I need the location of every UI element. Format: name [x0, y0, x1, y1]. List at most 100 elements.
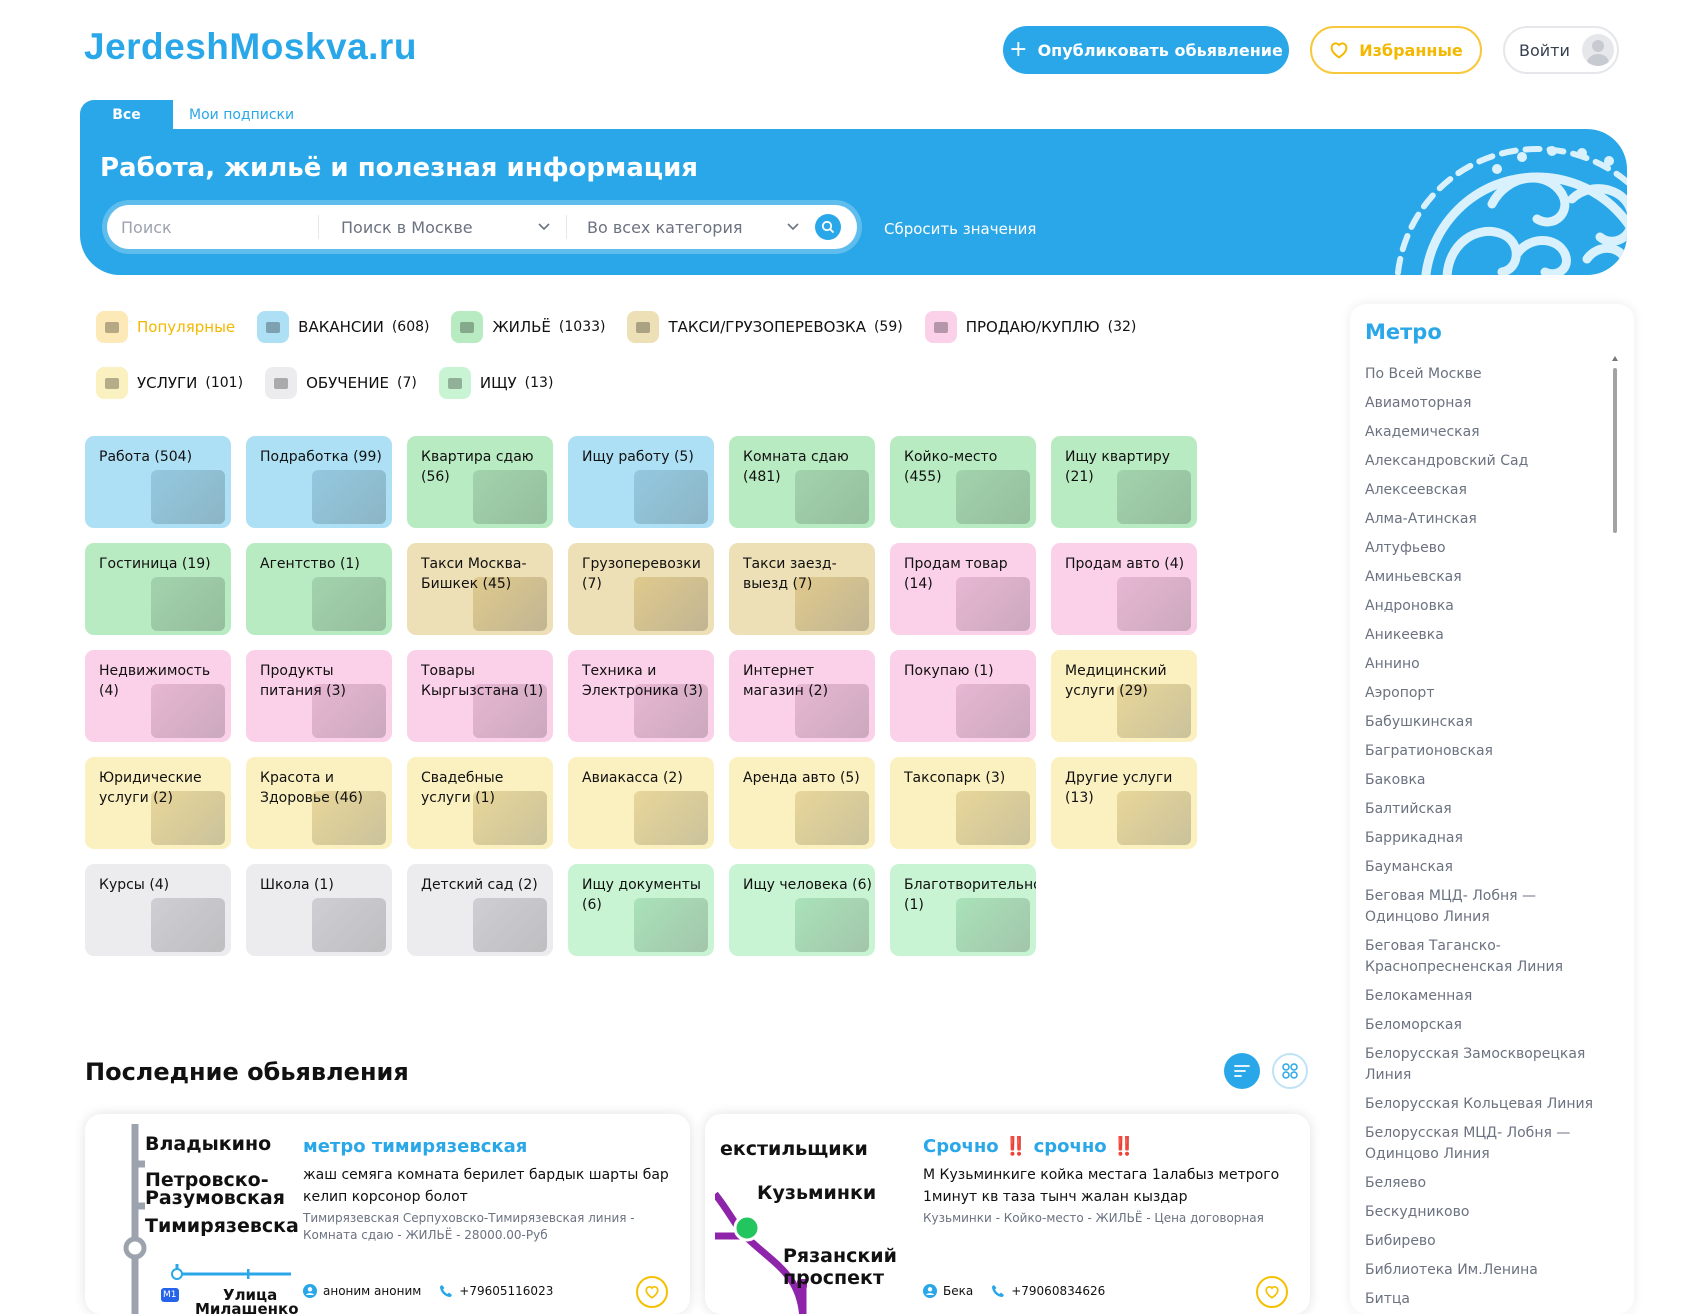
category-card[interactable]: Продам товар (14): [890, 543, 1036, 635]
metro-station-item[interactable]: Аминьевская: [1365, 567, 1610, 588]
metro-station-item[interactable]: Беломорская: [1365, 1015, 1610, 1036]
ad-phone[interactable]: +79060834626: [1011, 1284, 1105, 1298]
add-to-favorites-button[interactable]: [636, 1276, 668, 1308]
site-logo[interactable]: JerdeshMoskva.ru: [84, 26, 417, 68]
filter-pill[interactable]: ВАКАНСИИ (608): [257, 310, 429, 344]
filter-pill[interactable]: Популярные: [96, 310, 235, 344]
search-input[interactable]: Поиск: [107, 215, 319, 239]
metro-station-item[interactable]: Авиамоторная: [1365, 393, 1610, 414]
ad-card[interactable]: екстильщики Кузьминки Рязанский проспект…: [705, 1114, 1310, 1314]
list-view-button[interactable]: [1224, 1053, 1260, 1089]
filter-pill[interactable]: УСЛУГИ (101): [96, 366, 243, 400]
metro-station-item[interactable]: Белорусская МЦД- Лобня — Одинцово Линия: [1365, 1123, 1610, 1165]
category-card[interactable]: Грузоперевозки (7): [568, 543, 714, 635]
category-card[interactable]: Авиакасса (2): [568, 757, 714, 849]
ad-title[interactable]: Срочно ‼️ срочно ‼️: [923, 1136, 1135, 1157]
publish-ad-button[interactable]: + Опубликовать обьявление: [1003, 26, 1289, 74]
category-card[interactable]: Техника и Электроника (3): [568, 650, 714, 742]
category-card[interactable]: Аренда авто (5): [729, 757, 875, 849]
filter-pill[interactable]: ТАКСИ/ГРУЗОПЕРЕВОЗКА (59): [627, 310, 903, 344]
scrollbar-thumb[interactable]: [1613, 368, 1617, 533]
metro-station-item[interactable]: Алма-Атинская: [1365, 509, 1610, 530]
category-card[interactable]: Такси заезд-выезд (7): [729, 543, 875, 635]
metro-station-item[interactable]: Алтуфьево: [1365, 538, 1610, 559]
tab-subscriptions[interactable]: Мои подписки: [173, 100, 311, 130]
tab-all[interactable]: Все: [80, 100, 173, 130]
category-card[interactable]: Гостиница (19): [85, 543, 231, 635]
category-card[interactable]: Работа (504): [85, 436, 231, 528]
category-card[interactable]: Ищу работу (5): [568, 436, 714, 528]
metro-station-item[interactable]: Аникеевка: [1365, 625, 1610, 646]
filter-pill[interactable]: ЖИЛЬЁ (1033): [451, 310, 605, 344]
grid-view-button[interactable]: [1272, 1053, 1308, 1089]
category-card[interactable]: Такси Москва-Бишкек (45): [407, 543, 553, 635]
category-card[interactable]: Красота и Здоровье (46): [246, 757, 392, 849]
metro-station-item[interactable]: Александровский Сад: [1365, 451, 1610, 472]
category-card[interactable]: Медицинский услуги (29): [1051, 650, 1197, 742]
category-label: Такси Москва-Бишкек (45): [421, 556, 527, 592]
metro-station-item[interactable]: Беговая Таганско-Краснопресненская Линия: [1365, 936, 1610, 978]
category-card[interactable]: Курсы (4): [85, 864, 231, 956]
category-card[interactable]: Благотворительно (1): [890, 864, 1036, 956]
metro-station-item[interactable]: Бауманская: [1365, 857, 1610, 878]
category-card[interactable]: Койко-место (455): [890, 436, 1036, 528]
category-card[interactable]: Покупаю (1): [890, 650, 1036, 742]
metro-station-item[interactable]: Библиотека Им.Ленина: [1365, 1260, 1610, 1281]
metro-station-item[interactable]: Белорусская Замоскворецкая Линия: [1365, 1044, 1610, 1086]
metro-station-item[interactable]: Беговая МЦД- Лобня — Одинцово Линия: [1365, 886, 1610, 928]
metro-station-item[interactable]: Багратионовская: [1365, 741, 1610, 762]
category-card[interactable]: Комната сдаю (481): [729, 436, 875, 528]
add-to-favorites-button[interactable]: [1256, 1276, 1288, 1308]
category-card[interactable]: Школа (1): [246, 864, 392, 956]
search-button[interactable]: [815, 214, 841, 240]
category-card[interactable]: Ищу квартиру (21): [1051, 436, 1197, 528]
metro-station-item[interactable]: Аннино: [1365, 654, 1610, 675]
category-select[interactable]: Во всех категория: [567, 205, 815, 249]
metro-station-item[interactable]: Битца: [1365, 1289, 1610, 1310]
metro-station-item[interactable]: По Всей Москве: [1365, 364, 1610, 385]
metro-station-item[interactable]: Беляево: [1365, 1173, 1610, 1194]
category-card[interactable]: Продукты питания (3): [246, 650, 392, 742]
filter-pill[interactable]: ОБУЧЕНИЕ (7): [265, 366, 417, 400]
bag-icon: [924, 311, 957, 343]
category-card[interactable]: Продам авто (4): [1051, 543, 1197, 635]
metro-station-item[interactable]: Балтийская: [1365, 799, 1610, 820]
metro-station-item[interactable]: Белорусская Кольцевая Линия: [1365, 1094, 1610, 1115]
metro-station-item[interactable]: Академическая: [1365, 422, 1610, 443]
category-card[interactable]: Юридические услуги (2): [85, 757, 231, 849]
metro-station-item[interactable]: Бибирево: [1365, 1231, 1610, 1252]
login-button[interactable]: Войти: [1503, 26, 1619, 74]
category-card[interactable]: Ищу документы (6): [568, 864, 714, 956]
ad-card[interactable]: Владыкино Петровско- Разумовская Тимиряз…: [85, 1114, 690, 1314]
category-card[interactable]: Подработка (99): [246, 436, 392, 528]
ad-title[interactable]: метро тимирязевская: [303, 1136, 527, 1157]
category-card[interactable]: Интернет магазин (2): [729, 650, 875, 742]
category-card[interactable]: Недвижимость (4): [85, 650, 231, 742]
location-select[interactable]: Поиск в Москве: [319, 215, 567, 239]
category-card[interactable]: Таксопарк (3): [890, 757, 1036, 849]
category-card[interactable]: Детский сад (2): [407, 864, 553, 956]
filter-pill[interactable]: ПРОДАЮ/КУПЛЮ (32): [924, 310, 1137, 344]
scroll-up-arrow-icon[interactable]: [1612, 356, 1618, 361]
metro-station-item[interactable]: Алексеевская: [1365, 480, 1610, 501]
heart-icon: [645, 1286, 659, 1299]
metro-station-item[interactable]: Баковка: [1365, 770, 1610, 791]
category-card[interactable]: Другие услуги (13): [1051, 757, 1197, 849]
category-card[interactable]: Ищу человека (6): [729, 864, 875, 956]
reset-filters-link[interactable]: Сбросить значения: [884, 220, 1036, 238]
metro-station-item[interactable]: Бабушкинская: [1365, 712, 1610, 733]
metro-station-item[interactable]: Бескудниково: [1365, 1202, 1610, 1223]
category-card[interactable]: Товары Кыргызстана (1): [407, 650, 553, 742]
category-card[interactable]: Агентство (1): [246, 543, 392, 635]
location-value: Поиск в Москве: [341, 217, 473, 237]
filter-pill[interactable]: ИЩУ (13): [438, 366, 553, 400]
category-card[interactable]: Квартира сдаю (56): [407, 436, 553, 528]
metro-station-item[interactable]: Белокаменная: [1365, 986, 1610, 1007]
metro-station-item[interactable]: Андроновка: [1365, 596, 1610, 617]
favorites-button[interactable]: Избранные: [1310, 26, 1482, 74]
ad-phone[interactable]: +79605116023: [459, 1284, 553, 1298]
filter-pill-count: (32): [1107, 319, 1137, 335]
metro-station-item[interactable]: Баррикадная: [1365, 828, 1610, 849]
category-card[interactable]: Свадебные услуги (1): [407, 757, 553, 849]
metro-station-item[interactable]: Аэропорт: [1365, 683, 1610, 704]
